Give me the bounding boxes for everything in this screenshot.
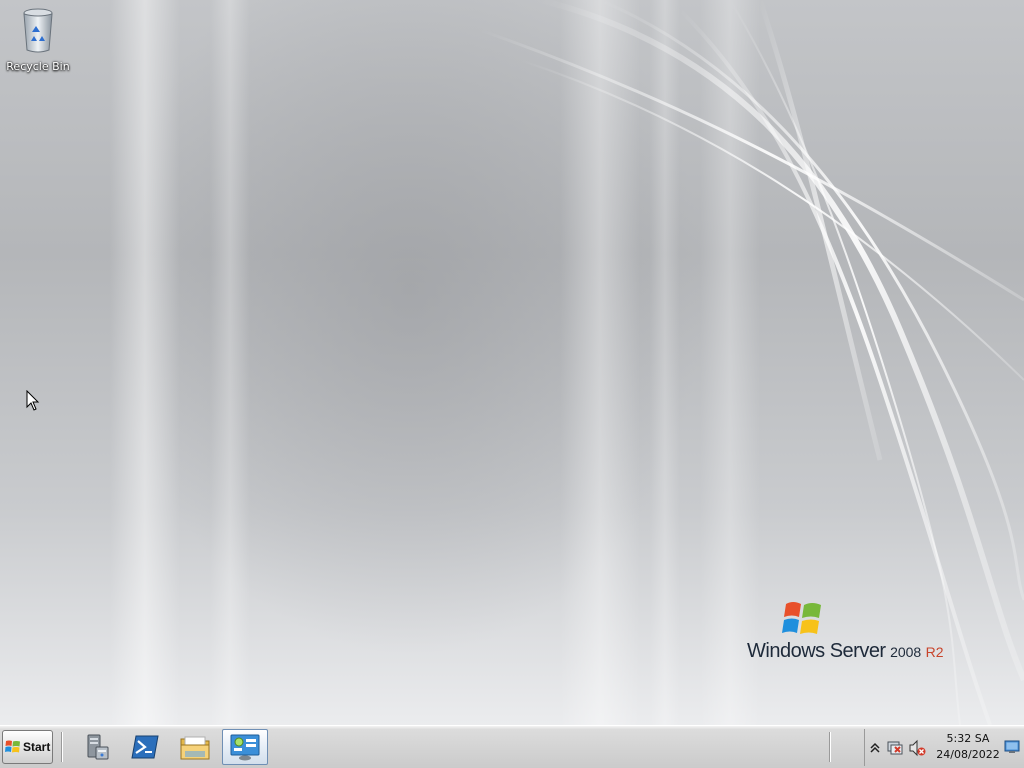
folder-icon bbox=[180, 736, 210, 760]
taskbar-divider bbox=[61, 732, 63, 762]
volume-muted-icon bbox=[909, 739, 926, 757]
taskbar-divider bbox=[829, 732, 831, 762]
logo-brand: Windows Server bbox=[747, 640, 886, 662]
server-manager-icon bbox=[87, 734, 109, 760]
start-label: Start bbox=[23, 740, 51, 754]
tray-clock[interactable]: 5:32 SA 24/08/2022 bbox=[935, 731, 1001, 763]
taskbar-control-panel-button[interactable] bbox=[222, 729, 268, 765]
clock-time: 5:32 SA bbox=[946, 732, 990, 745]
windows-flag-icon bbox=[782, 602, 821, 634]
control-panel-icon bbox=[230, 734, 260, 761]
show-hidden-icons-button[interactable] bbox=[866, 739, 884, 757]
show-hidden-icons-icon bbox=[870, 742, 880, 753]
notification-area: 5:32 SA 24/08/2022 bbox=[864, 729, 1024, 766]
tray-network-button[interactable] bbox=[886, 739, 904, 757]
taskbar-powershell-button[interactable] bbox=[122, 729, 168, 765]
taskbar-windows-explorer-button[interactable] bbox=[172, 729, 218, 765]
logo-edition: R2 bbox=[925, 644, 944, 660]
mouse-cursor-icon bbox=[26, 390, 40, 411]
logo-version: 2008 bbox=[890, 644, 922, 660]
show-desktop-icon bbox=[1004, 740, 1020, 753]
network-icon bbox=[887, 741, 903, 755]
start-button[interactable]: Start bbox=[2, 730, 53, 764]
clock-date: 24/08/2022 bbox=[936, 748, 1000, 761]
windows-flag-icon bbox=[5, 740, 20, 753]
tray-volume-button[interactable] bbox=[908, 739, 926, 757]
powershell-icon bbox=[131, 735, 159, 759]
recycle-bin-icon bbox=[23, 8, 53, 53]
desktop[interactable]: Recycle Bin Windows Server 2008 R2 bbox=[0, 0, 1024, 725]
show-desktop-button[interactable] bbox=[1003, 737, 1021, 757]
windows-server-logo: Windows Server 2008 R2 bbox=[746, 598, 944, 668]
desktop-icon-label: Recycle Bin bbox=[6, 60, 70, 73]
desktop-icon-recycle-bin[interactable]: Recycle Bin bbox=[6, 6, 70, 73]
taskbar: Start 5:32 SA 24/08/2022 bbox=[0, 725, 1024, 768]
taskbar-server-manager-button[interactable] bbox=[74, 729, 120, 765]
